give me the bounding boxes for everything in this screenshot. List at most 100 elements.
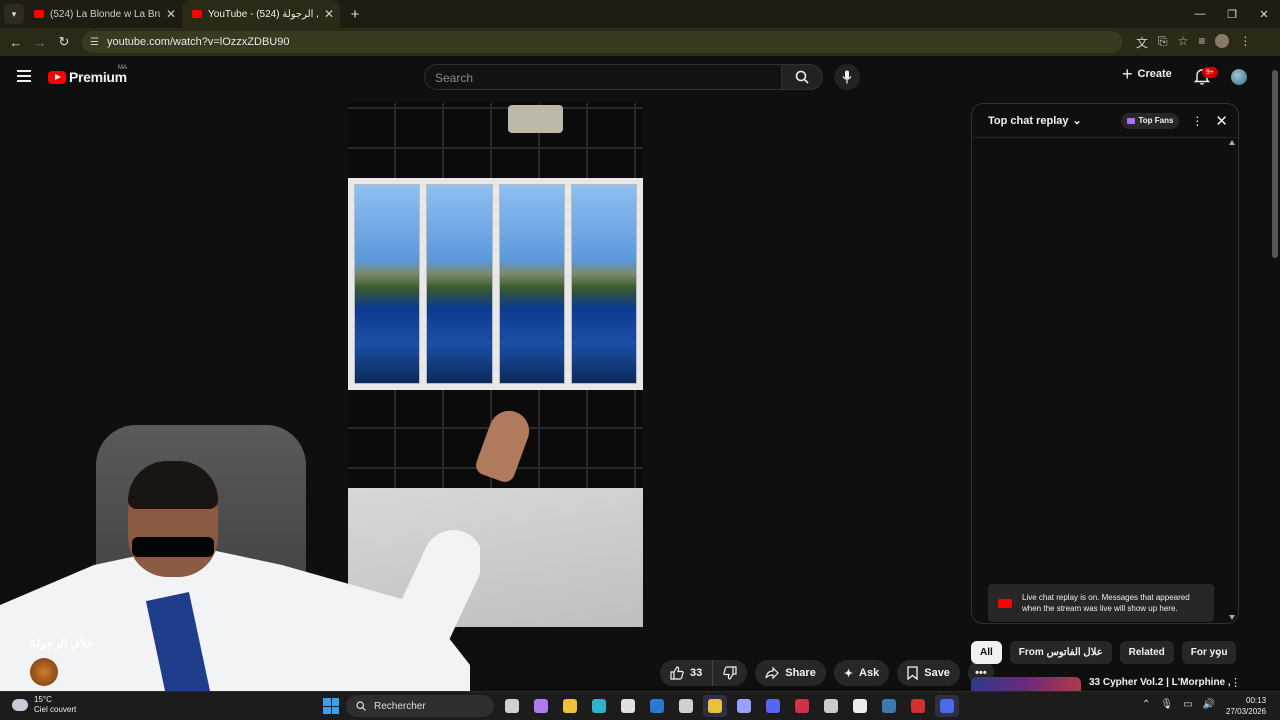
taskbar-app-discord[interactable] (761, 695, 785, 717)
dislike-button[interactable] (713, 660, 748, 686)
forward-icon[interactable]: → (28, 35, 52, 50)
taskbar-app-task-view[interactable] (500, 695, 524, 717)
taskbar-app-gamepad[interactable] (732, 695, 756, 717)
taskbar-app-file-explorer[interactable] (558, 695, 582, 717)
like-dislike-group: 33 (660, 660, 748, 686)
channel-avatar[interactable] (30, 658, 58, 686)
url-field[interactable]: ☰ youtube.com/watch?v=lOzzxZDBU90 (82, 31, 1122, 53)
taskbar-app-chrome[interactable] (703, 695, 727, 717)
task-view-icon (505, 699, 519, 713)
reload-icon[interactable]: ↻ (52, 34, 76, 50)
browser-menu-icon[interactable]: ⋮ (1239, 34, 1251, 51)
minimize-icon[interactable]: — (1184, 8, 1216, 21)
tray-overflow-icon[interactable]: ⌃ (1142, 699, 1150, 710)
outlook-icon (650, 699, 664, 713)
search-button[interactable] (781, 64, 823, 90)
voice-search-button[interactable] (834, 64, 860, 90)
chat-more-icon[interactable]: ⋮ (1191, 114, 1203, 128)
tab-close-icon[interactable]: ✕ (166, 7, 176, 21)
recommendation-title[interactable]: 33 Cypher Vol.2 | L'Morphine , (1089, 677, 1231, 688)
chevron-right-icon[interactable]: › (1216, 646, 1221, 662)
taskbar-app-steam[interactable] (877, 695, 901, 717)
install-icon[interactable]: ⎘ (1158, 34, 1168, 51)
site-info-icon[interactable]: ☰ (90, 37, 99, 48)
taskbar-app-ea[interactable] (935, 695, 959, 717)
taskbar-app-app-orbit[interactable] (819, 695, 843, 717)
chat-mode-dropdown[interactable]: Top chat replay ⌄ (988, 114, 1082, 128)
taskbar-app-copilot[interactable] (529, 695, 553, 717)
taskbar-apps (500, 695, 959, 717)
profile-avatar-icon[interactable] (1215, 33, 1230, 48)
scroll-up-icon[interactable] (1229, 140, 1235, 145)
recommendation-chips: All From علال الفاتوس Related For you (971, 641, 1237, 664)
translate-icon[interactable]: 文 (1136, 34, 1148, 51)
chip-from-channel[interactable]: From علال الفاتوس (1009, 641, 1112, 664)
app-badge-icon (911, 699, 925, 713)
start-button-icon[interactable] (323, 698, 339, 714)
chip-for-you[interactable]: For you (1181, 641, 1237, 664)
youtube-logo[interactable]: Premium MA (48, 65, 127, 85)
weather-widget[interactable]: 15°C Ciel couvert (12, 695, 76, 715)
live-chat-panel: Top chat replay ⌄ Top Fans ⋮ ✕ Live chat… (971, 103, 1239, 624)
browser-tab-active[interactable]: YouTube - علال الرجولة (524) ✕ (182, 0, 340, 28)
tray-network-icon[interactable]: ▭ (1183, 699, 1192, 710)
tray-mic-icon[interactable]: 🎙 (1160, 699, 1173, 710)
chat-scrollbar[interactable] (1229, 140, 1235, 620)
app-generic-icon (679, 699, 693, 713)
microphone-icon (842, 70, 852, 84)
taskbar-app-outlook[interactable] (645, 695, 669, 717)
thumbs-down-icon (723, 666, 737, 680)
taskbar-app-epic[interactable] (848, 695, 872, 717)
chip-related[interactable]: Related (1119, 641, 1174, 664)
clock[interactable]: 00:13 27/03/2026 (1226, 695, 1266, 717)
account-avatar[interactable] (1231, 69, 1247, 85)
store-icon (621, 699, 635, 713)
recommendation-thumbnail[interactable] (971, 677, 1081, 691)
video-frame-vent (508, 105, 563, 133)
video-actions: 33 Share ✦ Ask Save ••• (660, 660, 994, 686)
search-icon (795, 70, 809, 84)
app-red-icon (795, 699, 809, 713)
youtube-favicon-icon (192, 10, 202, 18)
create-button[interactable]: + Create (1122, 65, 1172, 83)
bookmark-star-icon[interactable]: ☆ (1178, 34, 1189, 51)
ask-label: Ask (859, 667, 880, 679)
new-tab-button[interactable]: + (344, 6, 366, 23)
like-button[interactable]: 33 (660, 660, 714, 686)
save-label: Save (924, 667, 950, 679)
guide-menu-icon[interactable] (17, 70, 31, 82)
taskbar-app-app-badge[interactable] (906, 695, 930, 717)
window-close-icon[interactable]: ✕ (1248, 8, 1280, 21)
media-icon[interactable]: ≡ (1198, 34, 1205, 51)
page-scrollbar[interactable] (1270, 60, 1280, 690)
back-icon[interactable]: ← (4, 35, 28, 50)
save-button[interactable]: Save (897, 660, 960, 686)
browser-tab[interactable]: (524) La Blonde w La Brune - Yo ✕ (24, 0, 182, 28)
search-input[interactable]: Search (424, 64, 782, 90)
top-fans-button[interactable]: Top Fans (1121, 112, 1180, 129)
windows-taskbar: 15°C Ciel couvert Rechercher ⌃ 🎙 ▭ 🔊 00:… (0, 691, 1280, 720)
chat-close-icon[interactable]: ✕ (1215, 112, 1228, 130)
weather-desc: Ciel couvert (34, 705, 77, 714)
ask-button[interactable]: ✦ Ask (833, 660, 890, 686)
scrollbar-thumb[interactable] (1272, 70, 1278, 258)
chat-mode-label: Top chat replay (988, 114, 1069, 127)
chat-replay-text: Live chat replay is on. Messages that ap… (1022, 593, 1190, 613)
chip-all[interactable]: All (971, 641, 1002, 664)
taskbar-search[interactable]: Rechercher (346, 695, 494, 717)
restore-icon[interactable]: ❐ (1216, 8, 1248, 21)
clock-date: 27/03/2026 (1226, 707, 1267, 716)
taskbar-app-store[interactable] (616, 695, 640, 717)
youtube-header: Premium MA Search + Create (0, 56, 1280, 98)
tab-title: YouTube - علال الرجولة (524) (208, 8, 318, 20)
taskbar-app-edge[interactable] (587, 695, 611, 717)
tray-volume-icon[interactable]: 🔊 (1203, 699, 1215, 710)
scroll-down-icon[interactable] (1229, 615, 1235, 620)
taskbar-app-app-red[interactable] (790, 695, 814, 717)
taskbar-app-app-generic[interactable] (674, 695, 698, 717)
file-explorer-icon (563, 699, 577, 713)
recommendation-more-icon[interactable]: ⋮ (1230, 676, 1241, 689)
tab-list-button[interactable]: ▾ (4, 4, 24, 24)
share-button[interactable]: Share (755, 660, 826, 686)
tab-close-icon[interactable]: ✕ (324, 7, 334, 21)
